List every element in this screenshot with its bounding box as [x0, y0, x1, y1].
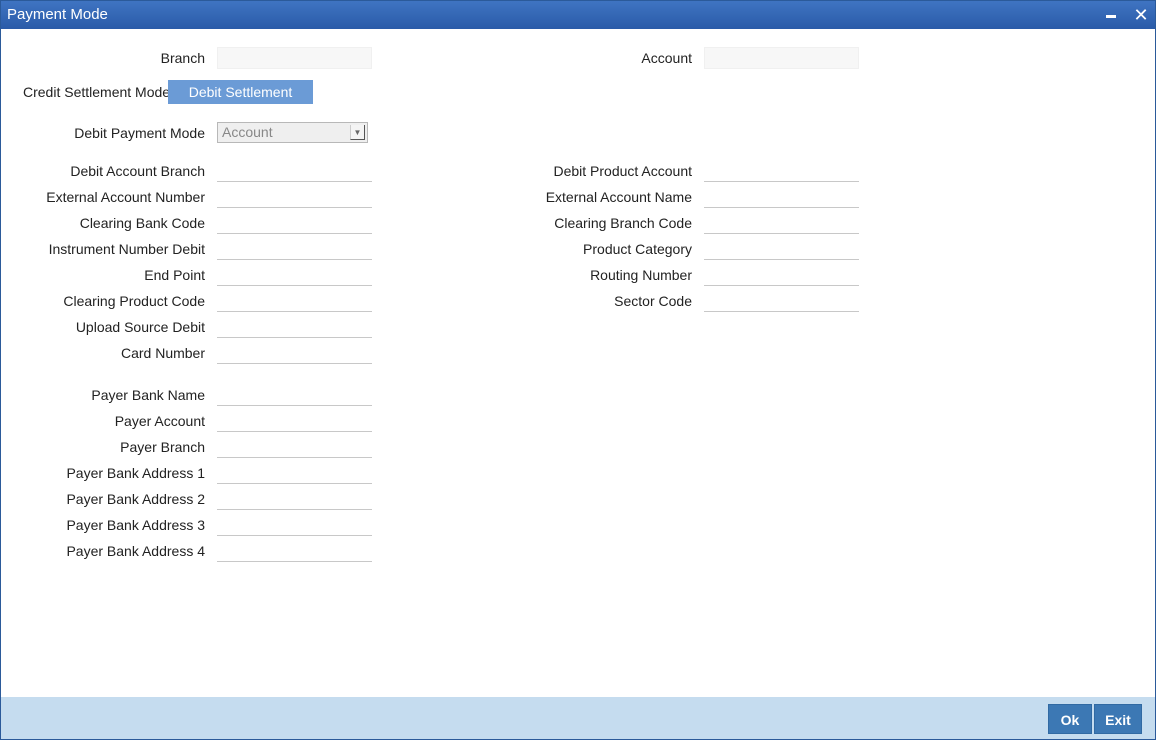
- routing-number-field[interactable]: [704, 264, 859, 286]
- debit-account-branch-label: Debit Account Branch: [70, 163, 205, 179]
- clearing-product-code-label: Clearing Product Code: [63, 293, 205, 309]
- payer-bank-name-field[interactable]: [217, 384, 372, 406]
- external-account-number-label: External Account Number: [46, 189, 205, 205]
- footer-bar: [1, 697, 1155, 739]
- card-number-field[interactable]: [217, 342, 372, 364]
- exit-button[interactable]: Exit: [1094, 704, 1142, 734]
- branch-field[interactable]: [217, 47, 372, 69]
- payer-bank-address-4-field[interactable]: [217, 540, 372, 562]
- debit-product-account-label: Debit Product Account: [553, 163, 692, 179]
- product-category-field[interactable]: [704, 238, 859, 260]
- payment-mode-window: Payment Mode ✕ Branch Account Credit Set…: [0, 0, 1156, 740]
- tab-debit-settlement-mode[interactable]: Debit Settlement Mode: [168, 80, 313, 124]
- external-account-number-field[interactable]: [217, 186, 372, 208]
- debit-product-account-field[interactable]: [704, 160, 859, 182]
- account-field[interactable]: [704, 47, 859, 69]
- clearing-branch-code-field[interactable]: [704, 212, 859, 234]
- instrument-number-debit-label: Instrument Number Debit: [48, 241, 205, 257]
- card-number-label: Card Number: [120, 345, 205, 361]
- payer-bank-address-2-label: Payer Bank Address 2: [66, 491, 205, 507]
- instrument-number-debit-field[interactable]: [217, 238, 372, 260]
- ok-button[interactable]: Ok: [1048, 704, 1092, 734]
- debit-payment-mode-select[interactable]: Account ▼: [217, 122, 368, 143]
- payer-bank-address-1-label: Payer Bank Address 1: [66, 465, 205, 481]
- clearing-bank-code-label: Clearing Bank Code: [79, 215, 205, 231]
- branch-label: Branch: [160, 50, 205, 66]
- payer-bank-address-4-label: Payer Bank Address 4: [66, 543, 205, 559]
- upload-source-debit-label: Upload Source Debit: [75, 319, 205, 335]
- external-account-name-field[interactable]: [704, 186, 859, 208]
- clearing-product-code-field[interactable]: [217, 290, 372, 312]
- window-title: Payment Mode: [7, 6, 108, 23]
- clearing-bank-code-field[interactable]: [217, 212, 372, 234]
- debit-payment-mode-value: Account: [222, 124, 273, 140]
- payer-branch-field[interactable]: [217, 436, 372, 458]
- payer-bank-address-3-field[interactable]: [217, 514, 372, 536]
- payer-bank-address-3-label: Payer Bank Address 3: [66, 517, 205, 533]
- payer-account-field[interactable]: [217, 410, 372, 432]
- title-bar: Payment Mode ✕: [1, 1, 1155, 29]
- product-category-label: Product Category: [583, 241, 692, 257]
- payer-bank-address-2-field[interactable]: [217, 488, 372, 510]
- sector-code-field[interactable]: [704, 290, 859, 312]
- payer-account-label: Payer Account: [114, 413, 205, 429]
- clearing-branch-code-label: Clearing Branch Code: [554, 215, 692, 231]
- account-label: Account: [641, 50, 692, 66]
- dropdown-arrow-icon[interactable]: ▼: [350, 125, 365, 140]
- debit-account-branch-field[interactable]: [217, 160, 372, 182]
- routing-number-label: Routing Number: [590, 267, 692, 283]
- sector-code-label: Sector Code: [614, 293, 692, 309]
- payer-bank-address-1-field[interactable]: [217, 462, 372, 484]
- payer-bank-name-label: Payer Bank Name: [91, 387, 205, 403]
- close-icon[interactable]: ✕: [1130, 4, 1152, 26]
- end-point-label: End Point: [144, 267, 205, 283]
- payer-branch-label: Payer Branch: [120, 439, 205, 455]
- minimize-icon[interactable]: [1100, 4, 1122, 26]
- external-account-name-label: External Account Name: [545, 189, 692, 205]
- end-point-field[interactable]: [217, 264, 372, 286]
- debit-payment-mode-label: Debit Payment Mode: [74, 125, 205, 141]
- tab-credit-settlement-mode[interactable]: Credit Settlement Mode: [17, 80, 176, 104]
- upload-source-debit-field[interactable]: [217, 316, 372, 338]
